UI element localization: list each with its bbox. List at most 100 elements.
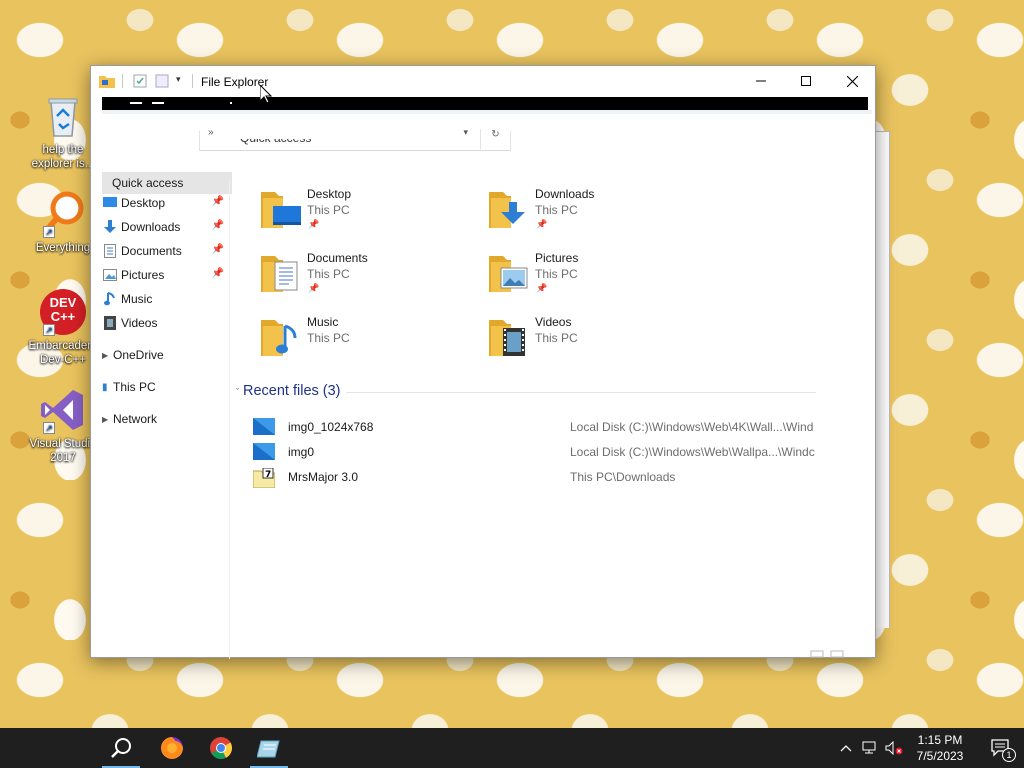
action-center-button[interactable]: 1 xyxy=(978,728,1024,768)
title-bar[interactable]: ▾ File Explorer xyxy=(91,66,875,96)
pin-icon[interactable]: 📌 xyxy=(212,244,224,255)
desktop-icon-label: help the explorer is... xyxy=(31,144,95,170)
devcpp-icon: DEV C++ ↗ xyxy=(39,288,87,336)
taskbar-firefox-button[interactable] xyxy=(149,728,195,768)
folder-name: Desktop xyxy=(307,187,352,201)
pin-icon: 📌 xyxy=(308,283,320,293)
this-pc-icon: ▮ xyxy=(102,381,108,393)
pin-icon: 📌 xyxy=(536,219,548,229)
taskbar-chrome-button[interactable] xyxy=(198,728,244,768)
folder-location: This PC xyxy=(307,267,350,281)
desktop-icon-everything[interactable]: ↗ Everything xyxy=(26,190,100,255)
desktop-icon-visual-studio[interactable]: ↗ Visual Studio 2017 xyxy=(26,386,100,465)
folder-tile-downloads[interactable]: Downloads This PC 📌 xyxy=(489,184,709,240)
nav-quick-access[interactable]: Quick access xyxy=(102,172,232,194)
address-dropdown-icon[interactable]: ▾ xyxy=(463,127,468,138)
file-name: img0 xyxy=(288,445,315,459)
shortcut-arrow-icon: ↗ xyxy=(43,422,55,434)
volume-muted-icon xyxy=(885,741,903,755)
folder-tile-music[interactable]: Music This PC xyxy=(261,312,481,368)
nav-label: Downloads xyxy=(121,220,181,234)
file-explorer-window: ▾ File Explorer » Quick access ▾ ↻ Quick… xyxy=(90,65,876,659)
volume-tray-button[interactable] xyxy=(882,728,906,768)
nav-item-music[interactable]: Music xyxy=(102,288,232,310)
maximize-button[interactable] xyxy=(783,66,829,96)
desktop-icon-devcpp[interactable]: DEV C++ ↗ Embarcadero Dev-C++ xyxy=(26,288,100,367)
taskbar-search-button[interactable] xyxy=(98,728,144,768)
expand-arrow-icon[interactable]: ▶ xyxy=(102,351,110,360)
address-chevron-icon: » xyxy=(208,127,214,138)
videos-folder-icon xyxy=(489,316,531,356)
folder-tile-desktop[interactable]: Desktop This PC 📌 xyxy=(261,184,481,240)
nav-item-downloads[interactable]: Downloads 📌 xyxy=(102,216,232,238)
recent-file-row[interactable]: img0_1024x768 Local Disk (C:)\Windows\We… xyxy=(253,416,853,438)
minimize-button[interactable] xyxy=(738,66,784,96)
ribbon-glyph xyxy=(130,102,142,104)
tray-clock[interactable]: 1:15 PM 7/5/2023 xyxy=(905,732,975,764)
desktop-folder-icon xyxy=(261,188,303,228)
videos-icon xyxy=(102,315,118,331)
refresh-icon[interactable]: ↻ xyxy=(480,129,510,149)
folder-location: This PC xyxy=(307,203,350,217)
pictures-icon xyxy=(102,267,118,283)
pane-divider[interactable] xyxy=(229,179,230,659)
downloads-icon xyxy=(102,219,118,235)
nav-label: Desktop xyxy=(121,196,166,210)
customize-quick-access-chevron-icon[interactable]: ▾ xyxy=(176,74,181,85)
nav-label: This PC xyxy=(113,380,156,394)
vertical-scrollbar[interactable] xyxy=(861,114,875,659)
folder-name: Downloads xyxy=(535,187,595,201)
collapse-caret-icon[interactable]: ˇ xyxy=(236,387,239,397)
nav-item-onedrive[interactable]: ▶ OneDrive xyxy=(102,344,232,366)
pin-icon: 📌 xyxy=(308,219,320,229)
svg-text:7: 7 xyxy=(265,470,271,480)
clock-time: 1:15 PM xyxy=(917,733,963,747)
nav-item-network[interactable]: ▶ Network xyxy=(102,408,232,430)
recent-file-row[interactable]: 7 MrsMajor 3.0 This PC\Downloads xyxy=(252,466,853,489)
ribbon-bar[interactable] xyxy=(102,97,868,110)
network-tray-button[interactable] xyxy=(858,728,882,768)
show-hidden-icons-button[interactable] xyxy=(834,728,858,768)
folder-tile-documents[interactable]: Documents This PC 📌 xyxy=(261,248,481,304)
shortcut-arrow-icon: ↗ xyxy=(43,324,55,336)
nav-label: OneDrive xyxy=(113,348,164,362)
documents-folder-icon xyxy=(261,252,303,292)
ribbon-glyph xyxy=(152,102,164,104)
folder-location: This PC xyxy=(535,331,578,345)
properties-icon[interactable] xyxy=(133,74,147,91)
taskbar-file-explorer-button[interactable] xyxy=(246,728,292,768)
desktop-icon-recycle-bin[interactable]: help the explorer is... xyxy=(26,92,100,171)
pin-icon[interactable]: 📌 xyxy=(212,220,224,231)
section-divider xyxy=(346,392,816,393)
ribbon-glyph xyxy=(230,102,232,104)
file-path: This PC\Downloads xyxy=(570,470,676,484)
nav-item-videos[interactable]: Videos xyxy=(102,312,232,334)
nav-item-this-pc[interactable]: ▮ This PC xyxy=(102,376,232,398)
desktop-icon-label: Everything xyxy=(35,242,91,254)
recent-file-row[interactable]: img0 Local Disk (C:)\Windows\Web\Wallpa.… xyxy=(253,441,853,463)
taskbar: 1:15 PM 7/5/2023 1 xyxy=(0,728,1024,768)
image-file-icon xyxy=(253,418,275,435)
folder-tile-pictures[interactable]: Pictures This PC 📌 xyxy=(489,248,709,304)
recent-files-header[interactable]: ˇ Recent files (3) xyxy=(236,383,341,399)
close-button[interactable] xyxy=(829,66,875,96)
nav-item-pictures[interactable]: Pictures 📌 xyxy=(102,264,232,286)
music-folder-icon xyxy=(261,316,303,356)
folder-name: Videos xyxy=(535,315,572,329)
folder-tile-videos[interactable]: Videos This PC xyxy=(489,312,709,368)
nav-item-documents[interactable]: Documents 📌 xyxy=(102,240,232,262)
address-bar[interactable]: » Quick access ▾ ↻ xyxy=(199,127,511,151)
window-title: File Explorer xyxy=(201,75,269,89)
new-folder-icon[interactable] xyxy=(155,74,169,91)
network-icon xyxy=(862,741,876,754)
pin-icon[interactable]: 📌 xyxy=(212,196,224,207)
quick-access-separator xyxy=(192,74,193,88)
minimize-icon xyxy=(756,80,766,82)
recent-files-heading: Recent files (3) xyxy=(243,383,341,399)
nav-item-desktop[interactable]: Desktop 📌 xyxy=(102,192,232,214)
chrome-icon xyxy=(210,737,232,759)
expand-arrow-icon[interactable]: ▶ xyxy=(102,415,110,424)
view-toggle-buttons[interactable] xyxy=(809,647,845,658)
pin-icon[interactable]: 📌 xyxy=(212,268,224,279)
devcpp-badge: DEV C++ xyxy=(49,295,77,324)
